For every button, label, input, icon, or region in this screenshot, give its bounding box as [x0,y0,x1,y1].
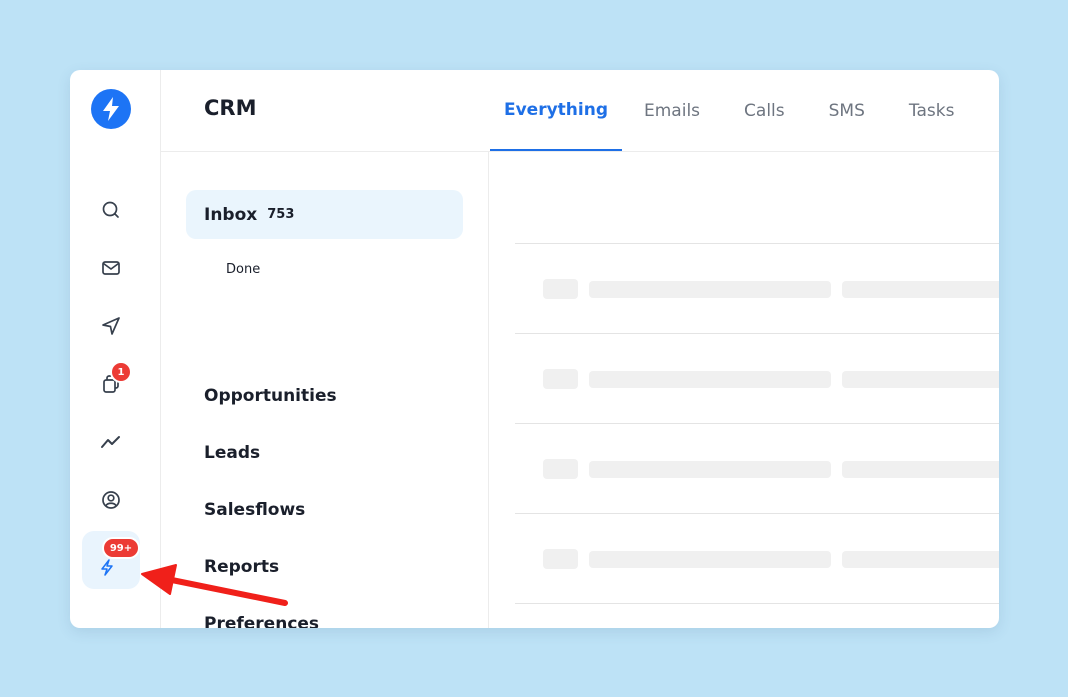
trend-line-icon [101,436,120,448]
skeleton-block [842,461,999,478]
nav-item-label: Inbox [204,204,258,225]
rail-sequences-button[interactable]: 1 [91,361,132,404]
row-divider [515,423,999,424]
send-icon [102,317,120,335]
row-divider [515,603,999,604]
skeleton-block [842,551,999,568]
tab-sms[interactable]: SMS [807,70,887,151]
rail-profile-button[interactable] [91,480,131,520]
nav-item-done[interactable]: Done [226,262,260,277]
rail-send-button[interactable] [91,306,131,346]
tab-everything[interactable]: Everything [490,70,622,151]
skeleton-block [543,369,578,389]
inbox-count: 753 [267,207,295,222]
nav-item-preferences[interactable]: Preferences [186,599,463,629]
skeleton-block [589,281,831,298]
rail-mail-button[interactable] [91,248,131,288]
nav-item-salesflows[interactable]: Salesflows [186,485,463,534]
lightning-icon [101,559,113,576]
tab-calls[interactable]: Calls [722,70,807,151]
skeleton-block [589,551,831,568]
crm-window: 1 99+ CRM Everything Emails Calls SMS Ta… [70,70,999,628]
notification-badge: 1 [110,361,132,383]
skeleton-block [589,461,831,478]
nav-item-opportunities[interactable]: Opportunities [186,371,463,420]
crm-nav: Inbox 753 Done Opportunities Leads Sales… [161,152,489,628]
rail-analytics-button[interactable] [91,422,131,462]
tab-emails[interactable]: Emails [622,70,722,151]
row-divider [515,333,999,334]
nav-item-leads[interactable]: Leads [186,428,463,477]
skeleton-block [842,281,999,298]
row-divider [515,513,999,514]
rail-search-button[interactable] [91,190,131,230]
skeleton-block [543,549,578,569]
search-icon [102,201,119,218]
tab-bar: Everything Emails Calls SMS Tasks [490,70,976,151]
icon-rail: 1 99+ [70,70,161,628]
lightning-bolt-icon [103,97,119,121]
nav-item-inbox[interactable]: Inbox 753 [186,190,463,239]
activity-list [490,152,999,628]
skeleton-block [543,279,578,299]
user-circle-icon [102,491,120,509]
row-divider [515,243,999,244]
skeleton-block [842,371,999,388]
app-logo[interactable] [91,89,131,129]
skeleton-block [543,459,578,479]
skeleton-block [589,371,831,388]
rail-activity-button[interactable]: 99+ [82,531,140,589]
tab-tasks[interactable]: Tasks [887,70,977,151]
nav-item-reports[interactable]: Reports [186,542,463,591]
notification-badge: 99+ [102,537,140,559]
mail-icon [102,261,120,275]
page-title: CRM [204,96,257,120]
